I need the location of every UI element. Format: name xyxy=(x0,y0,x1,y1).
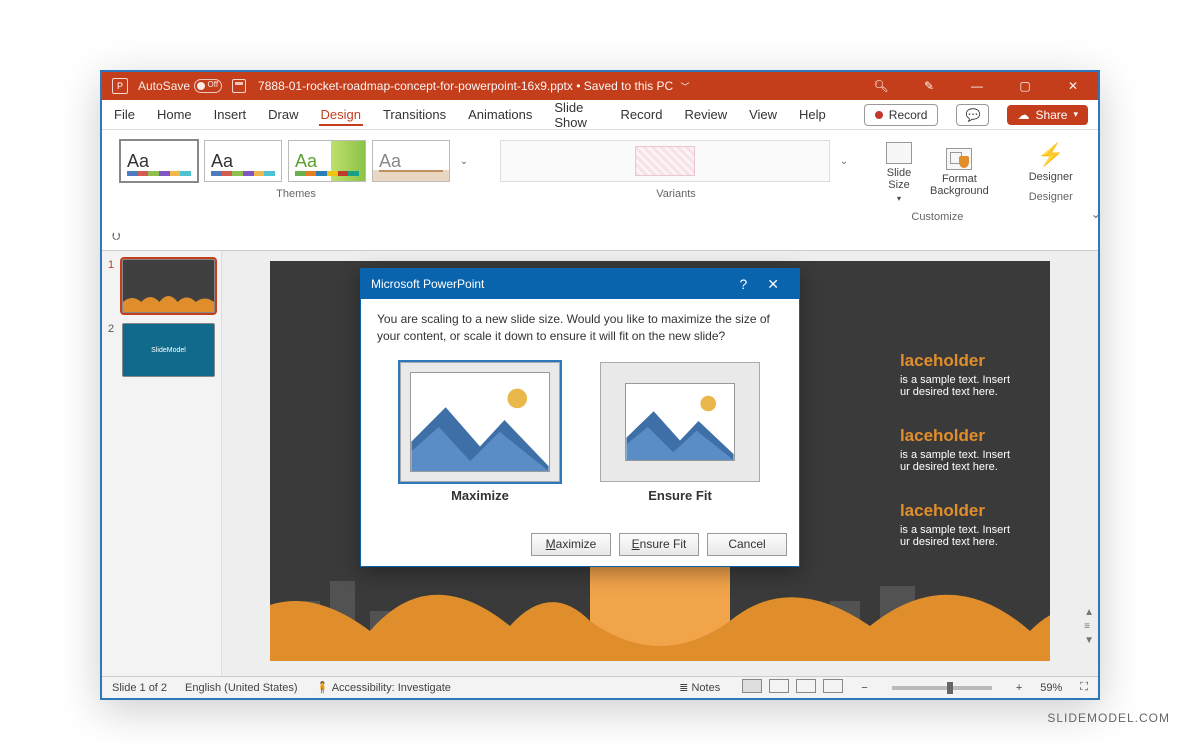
save-status-text: Saved to this PC xyxy=(584,79,673,93)
tab-review[interactable]: Review xyxy=(682,103,729,126)
customize-group: Slide Size▾ Format Background Customize xyxy=(872,136,1003,227)
dialog-message: You are scaling to a new slide size. Wou… xyxy=(377,311,783,346)
app-icon: P xyxy=(112,78,128,94)
maximize-option[interactable]: Maximize xyxy=(400,362,560,503)
slide-size-dialog: Microsoft PowerPoint ? ✕ You are scaling… xyxy=(360,268,800,567)
close-icon[interactable]: ✕ xyxy=(757,276,789,293)
ensure-fit-option-label: Ensure Fit xyxy=(648,488,712,503)
variants-group: ⌄ Variants xyxy=(492,136,860,227)
ribbon-tabs: File Home Insert Draw Design Transitions… xyxy=(102,100,1098,130)
tab-home[interactable]: Home xyxy=(155,103,194,126)
format-background-button[interactable]: Format Background xyxy=(924,146,995,199)
document-title[interactable]: 7888-01-rocket-roadmap-concept-for-power… xyxy=(246,79,866,93)
variants-group-label: Variants xyxy=(656,186,696,204)
cancel-button[interactable]: Cancel xyxy=(707,533,787,556)
maximize-window-icon[interactable]: ▢ xyxy=(1010,79,1040,93)
variants-expand-icon[interactable]: ⌄ xyxy=(836,156,852,167)
chevron-down-icon: ﹀ xyxy=(681,82,690,92)
tab-help[interactable]: Help xyxy=(797,103,828,126)
watermark: SLIDEMODEL.COM xyxy=(1047,711,1170,725)
tab-insert[interactable]: Insert xyxy=(212,103,249,126)
record-dot-icon xyxy=(875,111,883,119)
designer-group: ⚡ Designer Designer xyxy=(1015,136,1087,227)
slideshow-view-icon[interactable] xyxy=(823,679,843,693)
themes-group-label: Themes xyxy=(276,186,316,204)
maximize-preview-icon xyxy=(410,372,550,472)
slide-counter[interactable]: Slide 1 of 2 xyxy=(112,682,167,694)
notes-button[interactable]: ≣ Notes xyxy=(679,681,720,694)
tab-design[interactable]: Design xyxy=(319,103,363,126)
ensure-fit-preview-icon xyxy=(625,383,735,461)
quick-access-expand[interactable]: ⮋ xyxy=(102,229,1098,250)
record-button[interactable]: Record xyxy=(864,104,939,126)
tab-slideshow[interactable]: Slide Show xyxy=(552,96,600,134)
tab-view[interactable]: View xyxy=(747,103,779,126)
comments-button[interactable]: 💬 xyxy=(956,104,989,126)
themes-expand-icon[interactable]: ⌄ xyxy=(456,156,472,167)
filename-text: 7888-01-rocket-roadmap-concept-for-power… xyxy=(258,79,573,93)
maximize-button[interactable]: Maximize xyxy=(531,533,611,556)
zoom-in-icon[interactable]: + xyxy=(1016,682,1022,694)
thumb-logo-text: SlideModel xyxy=(151,347,186,354)
variant-option[interactable] xyxy=(500,140,830,182)
save-icon[interactable] xyxy=(232,79,246,93)
customize-group-label: Customize xyxy=(911,209,963,227)
theme-option-1[interactable]: Aa xyxy=(120,140,198,182)
tab-file[interactable]: File xyxy=(112,103,137,126)
zoom-level[interactable]: 59% xyxy=(1040,682,1062,694)
slide-nav-arrows[interactable]: ▲≡▼ xyxy=(1084,607,1094,646)
slide-thumbnail-2[interactable]: SlideModel xyxy=(122,323,215,377)
designer-icon: ⚡ xyxy=(1037,142,1064,168)
slide-thumbnail-1[interactable] xyxy=(122,259,215,313)
tab-draw[interactable]: Draw xyxy=(266,103,300,126)
collapse-ribbon-icon[interactable]: ⌄ xyxy=(1091,203,1111,227)
normal-view-icon[interactable] xyxy=(742,679,762,693)
maximize-option-label: Maximize xyxy=(451,488,509,503)
slide-size-button[interactable]: Slide Size▾ xyxy=(880,140,918,205)
designer-group-label: Designer xyxy=(1029,189,1073,207)
themes-group: Aa Aa Aa Aa ⌄ Themes xyxy=(112,136,480,227)
tab-record[interactable]: Record xyxy=(619,103,665,126)
accessibility-button[interactable]: 🧍 Accessibility: Investigate xyxy=(316,681,451,694)
account-icon[interactable]: ✎ xyxy=(914,79,944,93)
zoom-out-icon[interactable]: − xyxy=(861,682,867,694)
ensure-fit-option[interactable]: Ensure Fit xyxy=(600,362,760,503)
tab-transitions[interactable]: Transitions xyxy=(381,103,448,126)
designer-button[interactable]: ⚡ Designer xyxy=(1023,140,1079,185)
text-placeholder: laceholderis a sample text. Insertur des… xyxy=(900,351,1010,398)
toggle-off-icon: Off xyxy=(194,79,222,93)
text-placeholder: laceholderis a sample text. Insertur des… xyxy=(900,426,1010,473)
share-button[interactable]: ☁Share▾ xyxy=(1007,105,1088,125)
design-ribbon: Aa Aa Aa Aa ⌄ Themes ⌄ Variants Slide Si… xyxy=(102,130,1098,251)
minimize-icon[interactable]: — xyxy=(962,79,992,93)
ensure-fit-button[interactable]: Ensure Fit xyxy=(619,533,699,556)
thumb-number: 1 xyxy=(108,259,118,313)
search-icon[interactable]: 🔍︎ xyxy=(866,79,896,93)
status-bar: Slide 1 of 2 English (United States) 🧍 A… xyxy=(102,676,1098,698)
slide-thumbnail-pane[interactable]: 1 2 SlideModel xyxy=(102,251,222,676)
dialog-title-text: Microsoft PowerPoint xyxy=(371,277,484,291)
slide-size-icon xyxy=(886,142,912,164)
chevron-down-icon: ▾ xyxy=(1073,109,1078,120)
fit-window-icon[interactable]: ⛶ xyxy=(1080,681,1088,694)
placeholder-x-icon xyxy=(635,146,695,176)
autosave-label: AutoSave xyxy=(138,79,190,93)
close-icon[interactable]: ✕ xyxy=(1058,79,1088,93)
thumb-art xyxy=(123,290,214,312)
autosave-toggle[interactable]: AutoSave Off xyxy=(138,79,222,93)
help-icon[interactable]: ? xyxy=(729,276,757,292)
language-indicator[interactable]: English (United States) xyxy=(185,682,298,694)
tab-animations[interactable]: Animations xyxy=(466,103,534,126)
dialog-titlebar: Microsoft PowerPoint ? ✕ xyxy=(361,269,799,299)
theme-option-4[interactable]: Aa xyxy=(372,140,450,182)
format-background-icon xyxy=(946,148,972,170)
theme-option-2[interactable]: Aa xyxy=(204,140,282,182)
reading-view-icon[interactable] xyxy=(796,679,816,693)
thumb-number: 2 xyxy=(108,323,118,377)
sorter-view-icon[interactable] xyxy=(769,679,789,693)
theme-option-3[interactable]: Aa xyxy=(288,140,366,182)
zoom-slider[interactable] xyxy=(892,686,992,690)
